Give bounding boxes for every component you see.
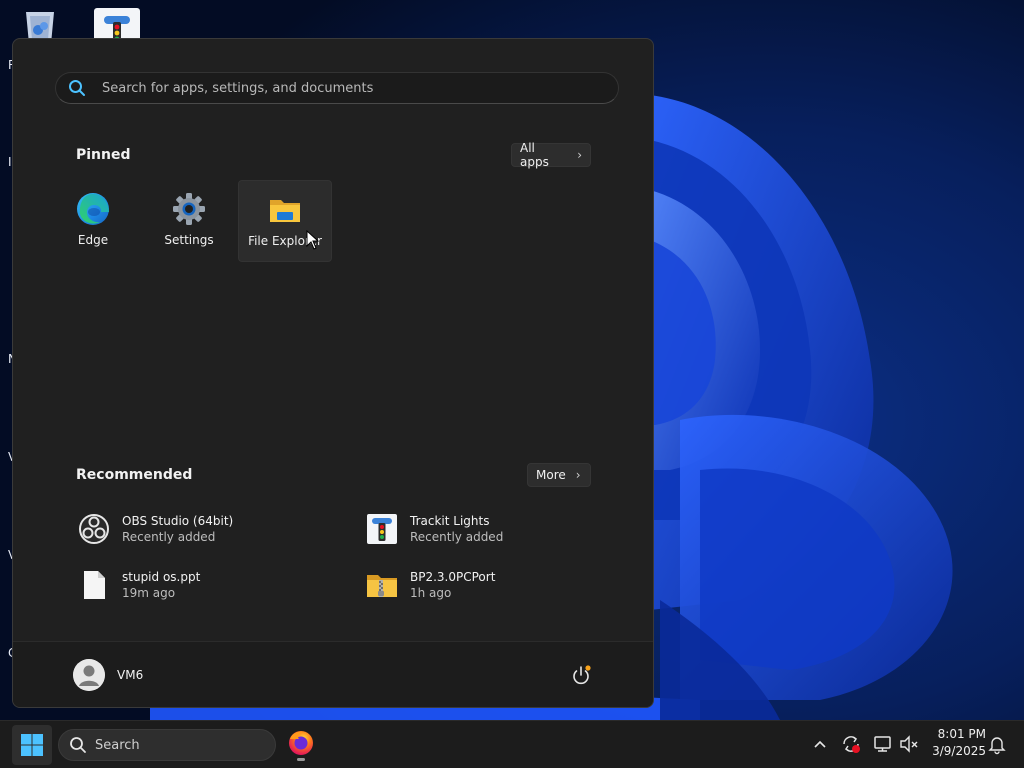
gear-icon [173,193,205,225]
notification-bell-icon[interactable] [986,733,1008,755]
edge-icon [77,193,109,225]
volume-muted-icon[interactable] [898,733,920,755]
recommended-item-name: Trackit Lights [410,514,490,528]
start-menu-footer: VM6 [13,641,653,707]
traffic-light-icon [367,514,397,544]
pinned-heading: Pinned [76,147,131,163]
windows-logo-icon [21,734,43,756]
obs-icon [79,514,109,544]
recommended-item-bp2-3-0pcport[interactable]: BP2.3.0PCPort 1h ago [364,563,614,607]
start-search-input[interactable]: Search for apps, settings, and documents [55,72,619,104]
all-apps-label: All apps [520,141,549,169]
chevron-up-icon[interactable] [809,733,831,755]
user-avatar-icon [73,659,105,691]
start-menu: Search for apps, settings, and documents… [12,38,654,708]
mouse-cursor-icon [306,230,320,250]
more-label: More [536,468,566,482]
start-button[interactable] [12,725,52,765]
search-placeholder: Search for apps, settings, and documents [102,80,374,96]
zip-folder-icon [367,575,397,597]
sync-error-icon[interactable] [840,733,862,755]
recommended-heading: Recommended [76,467,193,483]
network-display-icon[interactable] [872,733,894,755]
recommended-item-subtitle: 19m ago [122,586,176,600]
more-button[interactable]: More › [527,463,591,487]
firefox-icon [289,731,313,755]
recommended-item-subtitle: Recently added [410,530,504,544]
taskbar: Search 8:01 PM 3/9/2025 [0,720,1024,768]
app-label: Settings [164,233,214,247]
power-icon[interactable] [569,664,593,688]
pinned-app-settings[interactable]: Settings [142,180,236,262]
recommended-item-stupid-os-ppt[interactable]: stupid os.ppt 19m ago [76,563,326,607]
recommended-item-trackit-lights[interactable]: Trackit Lights Recently added [364,507,614,551]
taskbar-clock[interactable]: 8:01 PM 3/9/2025 [926,727,986,758]
taskbar-search-label: Search [95,737,140,753]
clock-time: 8:01 PM [937,727,986,741]
all-apps-button[interactable]: All apps › [511,141,591,169]
user-name: VM6 [117,668,144,682]
search-icon [69,80,85,96]
document-icon [84,571,105,599]
taskbar-app-firefox[interactable] [284,727,318,763]
recommended-item-subtitle: 1h ago [410,586,452,600]
taskbar-search-box[interactable]: Search [58,729,276,761]
folder-icon [270,200,300,222]
app-label: Edge [77,233,109,247]
recommended-item-obs[interactable]: OBS Studio (64bit) Recently added [76,507,326,551]
recommended-item-name: BP2.3.0PCPort [410,570,496,584]
running-indicator [297,758,305,761]
clock-date: 3/9/2025 [932,744,986,758]
chevron-right-icon: › [577,148,582,162]
chevron-right-icon: › [575,468,581,482]
user-account-button[interactable]: VM6 [73,656,143,694]
recommended-item-subtitle: Recently added [122,530,216,544]
pinned-app-edge[interactable]: Edge [46,180,140,262]
search-icon [70,737,86,753]
recommended-item-name: OBS Studio (64bit) [122,514,234,528]
desktop-label-fragment: I [8,155,12,169]
recommended-item-name: stupid os.ppt [122,570,201,584]
